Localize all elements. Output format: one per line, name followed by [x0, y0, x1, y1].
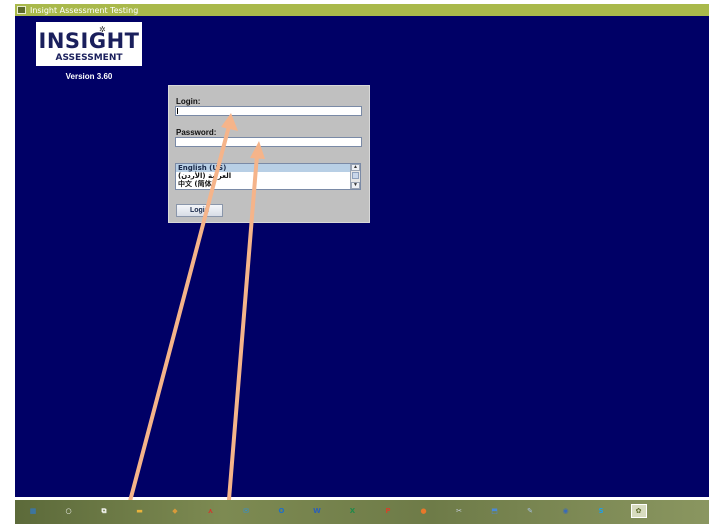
word-icon[interactable]: W: [311, 505, 323, 517]
window-title: Insight Assessment Testing: [30, 5, 139, 15]
insight-logo: ✲ INSIGHT ASSESSMENT: [36, 22, 142, 66]
taskbar: ▦ ○ ⧉ ▬ ◆ ⋏ ✉ O W X P ● ✂ ⬒ ✎ ◉ S ✿: [15, 500, 709, 524]
screen: Insight Assessment Testing ✲ INSIGHT ASS…: [0, 0, 709, 524]
cortana-icon[interactable]: ○: [63, 505, 75, 517]
logo-word: INSIGHT: [38, 29, 140, 53]
start-icon[interactable]: ▦: [27, 505, 39, 517]
password-input[interactable]: [175, 137, 362, 147]
file-explorer-icon[interactable]: ▬: [134, 505, 146, 517]
skype-icon[interactable]: S: [595, 505, 607, 517]
text-caret: [177, 108, 178, 114]
firefox-icon[interactable]: ●: [418, 505, 430, 517]
login-input[interactable]: [175, 106, 362, 116]
powerpoint-icon[interactable]: P: [382, 505, 394, 517]
language-list-scrollbar[interactable]: ▲ ▼: [350, 164, 360, 189]
password-label: Password:: [176, 128, 217, 137]
task-view-icon[interactable]: ⧉: [98, 505, 110, 517]
window-title-bar[interactable]: Insight Assessment Testing: [15, 4, 709, 16]
app-icon: [17, 6, 26, 14]
scroll-up-icon[interactable]: ▲: [351, 164, 360, 171]
scroll-thumb[interactable]: [352, 172, 359, 179]
login-label: Login:: [176, 97, 201, 106]
login-panel: Login: Password: English (US) العربية (ا…: [168, 85, 370, 223]
network-icon[interactable]: ⬒: [489, 505, 501, 517]
excel-icon[interactable]: X: [347, 505, 359, 517]
logo-subtitle: ASSESSMENT: [55, 53, 123, 63]
acrobat-icon[interactable]: ⋏: [205, 505, 217, 517]
paint-icon[interactable]: ◆: [169, 505, 181, 517]
insight-app-icon[interactable]: ✿: [630, 504, 647, 518]
outlook-icon[interactable]: O: [276, 505, 288, 517]
scroll-down-icon[interactable]: ▼: [351, 182, 360, 189]
language-item-chinese[interactable]: 中文 (简体): [176, 180, 360, 188]
language-item-english[interactable]: English (US): [176, 164, 360, 172]
snipping-tool-icon[interactable]: ✂: [453, 505, 465, 517]
camera-icon[interactable]: ◉: [560, 505, 572, 517]
language-item-arabic[interactable]: العربية (الأردن): [176, 172, 360, 180]
mail-icon[interactable]: ✉: [240, 505, 252, 517]
login-button[interactable]: Login: [176, 204, 223, 217]
language-list[interactable]: English (US) العربية (الأردن) 中文 (简体) ▲ …: [175, 163, 361, 190]
version-label: Version 3.60: [65, 72, 113, 81]
paint-brush-icon[interactable]: ✎: [524, 505, 536, 517]
